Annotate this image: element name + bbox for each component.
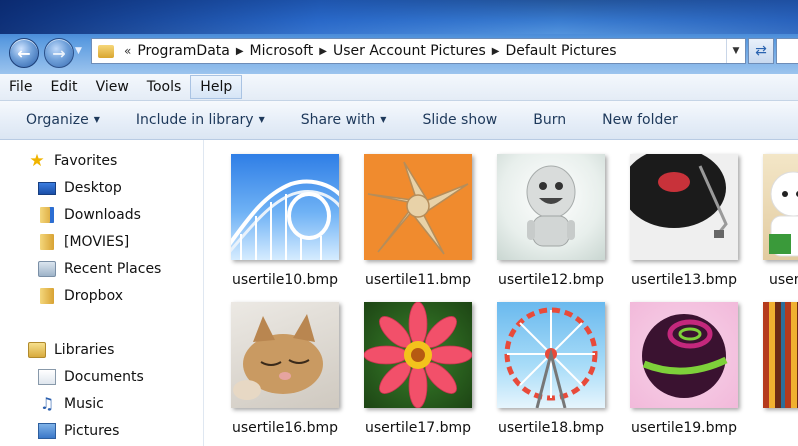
folder-icon (98, 44, 114, 58)
nav-item-movies[interactable]: [MOVIES] (38, 230, 129, 254)
address-bar[interactable]: « ProgramData ▶ Microsoft ▶ User Account… (91, 38, 746, 64)
recent-pages-dropdown-icon[interactable]: ▼ (75, 46, 87, 58)
command-bar: Organize ▼ Include in library ▼ Share with… (0, 101, 798, 140)
file-list: usertile10.bmp usertile11.bmp usertile12… (204, 140, 798, 446)
breadcrumb-separator-icon[interactable]: ▶ (492, 46, 500, 57)
breadcrumb-user-account-pictures[interactable]: User Account Pictures (327, 43, 492, 59)
roller-coaster-thumbnail (231, 154, 339, 260)
fabric-thumbnail (763, 302, 798, 408)
file-name: usertile12.bmp (497, 272, 605, 288)
slide-show-button[interactable]: Slide show (404, 112, 515, 128)
menu-view[interactable]: View (87, 75, 138, 99)
music-icon: ♫ (39, 394, 55, 413)
dropdown-caret-icon: ▼ (258, 115, 265, 124)
nav-libraries-label: Libraries (54, 342, 115, 358)
libraries-icon (28, 342, 46, 358)
breadcrumb-microsoft[interactable]: Microsoft (244, 43, 320, 59)
ball-thumbnail (630, 302, 738, 408)
kitten-thumbnail (231, 302, 339, 408)
file-name: usertile11.bmp (364, 272, 472, 288)
title-glow (0, 0, 798, 34)
new-folder-button[interactable]: New folder (584, 112, 696, 128)
organize-label: Organize (26, 112, 89, 128)
nav-favorites[interactable]: ★ Favorites (28, 149, 117, 173)
nav-item-pictures[interactable]: Pictures (38, 419, 119, 443)
dropdown-caret-icon: ▼ (93, 115, 100, 124)
file-name: usertile16.bmp (231, 420, 339, 436)
navigation-pane: ★ Favorites Desktop Downloads [MOVIES] R… (0, 140, 204, 446)
recent-places-icon (38, 261, 56, 277)
turntable-thumbnail (630, 154, 738, 260)
address-overflow-chevron[interactable]: « (124, 44, 131, 58)
nav-item-documents[interactable]: Documents (38, 365, 144, 389)
breadcrumb-default-pictures[interactable]: Default Pictures (499, 43, 622, 59)
ferris-wheel-thumbnail (497, 302, 605, 408)
back-button[interactable]: ← (9, 38, 39, 68)
nav-item-desktop[interactable]: Desktop (38, 176, 122, 200)
nav-item-label: Desktop (64, 180, 122, 196)
pictures-icon (38, 423, 56, 439)
file-name: usertile18.bmp (497, 420, 605, 436)
dropdown-caret-icon: ▼ (380, 115, 387, 124)
breadcrumb-separator-icon[interactable]: ▶ (236, 46, 244, 57)
star-icon: ★ (29, 151, 45, 171)
share-with-label: Share with (300, 112, 376, 128)
nav-item-downloads[interactable]: Downloads (38, 203, 141, 227)
flower-thumbnail (364, 302, 472, 408)
folder-icon (40, 234, 54, 250)
menu-edit[interactable]: Edit (41, 75, 86, 99)
lucky-cat-thumbnail (763, 154, 798, 260)
file-name: usertile17.bmp (364, 420, 472, 436)
nav-item-label: Pictures (64, 423, 120, 439)
file-name: usertile19.bmp (630, 420, 738, 436)
share-with-button[interactable]: Share with ▼ (283, 112, 405, 128)
nav-item-label: Music (64, 396, 104, 412)
nav-item-label: Recent Places (64, 261, 162, 277)
back-arrow-icon: ← (17, 43, 31, 63)
include-in-library-label: Include in library (135, 112, 254, 128)
menu-bar: File Edit View Tools Help (0, 74, 798, 101)
nav-item-recent-places[interactable]: Recent Places (38, 257, 161, 281)
nav-libraries[interactable]: Libraries (28, 338, 114, 362)
forward-button[interactable]: → (44, 38, 74, 68)
search-input[interactable] (776, 38, 798, 64)
nav-item-label: Dropbox (64, 288, 123, 304)
nav-item-music[interactable]: ♫ Music (38, 392, 104, 416)
breadcrumb-programdata[interactable]: ProgramData (131, 43, 236, 59)
burn-button[interactable]: Burn (515, 112, 584, 128)
file-name: user (769, 272, 798, 288)
nav-item-label: [MOVIES] (64, 234, 130, 250)
address-dropdown-icon[interactable]: ▼ (726, 39, 745, 63)
folder-icon (40, 288, 54, 304)
forward-arrow-icon: → (52, 43, 66, 63)
nav-item-label: Documents (64, 369, 144, 385)
downloads-folder-icon (40, 207, 54, 223)
file-name: usertile10.bmp (231, 272, 339, 288)
organize-button[interactable]: Organize ▼ (0, 112, 118, 128)
refresh-icon: ⇄ (755, 43, 767, 59)
file-name: usertile13.bmp (630, 272, 738, 288)
nav-item-dropbox[interactable]: Dropbox (38, 284, 123, 308)
refresh-button[interactable]: ⇄ (748, 38, 774, 64)
menu-help[interactable]: Help (190, 75, 243, 99)
starfish-thumbnail (364, 154, 472, 260)
menu-file[interactable]: File (0, 75, 41, 99)
breadcrumb-separator-icon[interactable]: ▶ (319, 46, 327, 57)
robot-toy-thumbnail (497, 154, 605, 260)
menu-tools[interactable]: Tools (138, 75, 191, 99)
desktop-icon (38, 181, 56, 195)
nav-favorites-label: Favorites (54, 153, 118, 169)
nav-item-label: Downloads (64, 207, 141, 223)
include-in-library-button[interactable]: Include in library ▼ (118, 112, 283, 128)
documents-icon (38, 369, 56, 385)
